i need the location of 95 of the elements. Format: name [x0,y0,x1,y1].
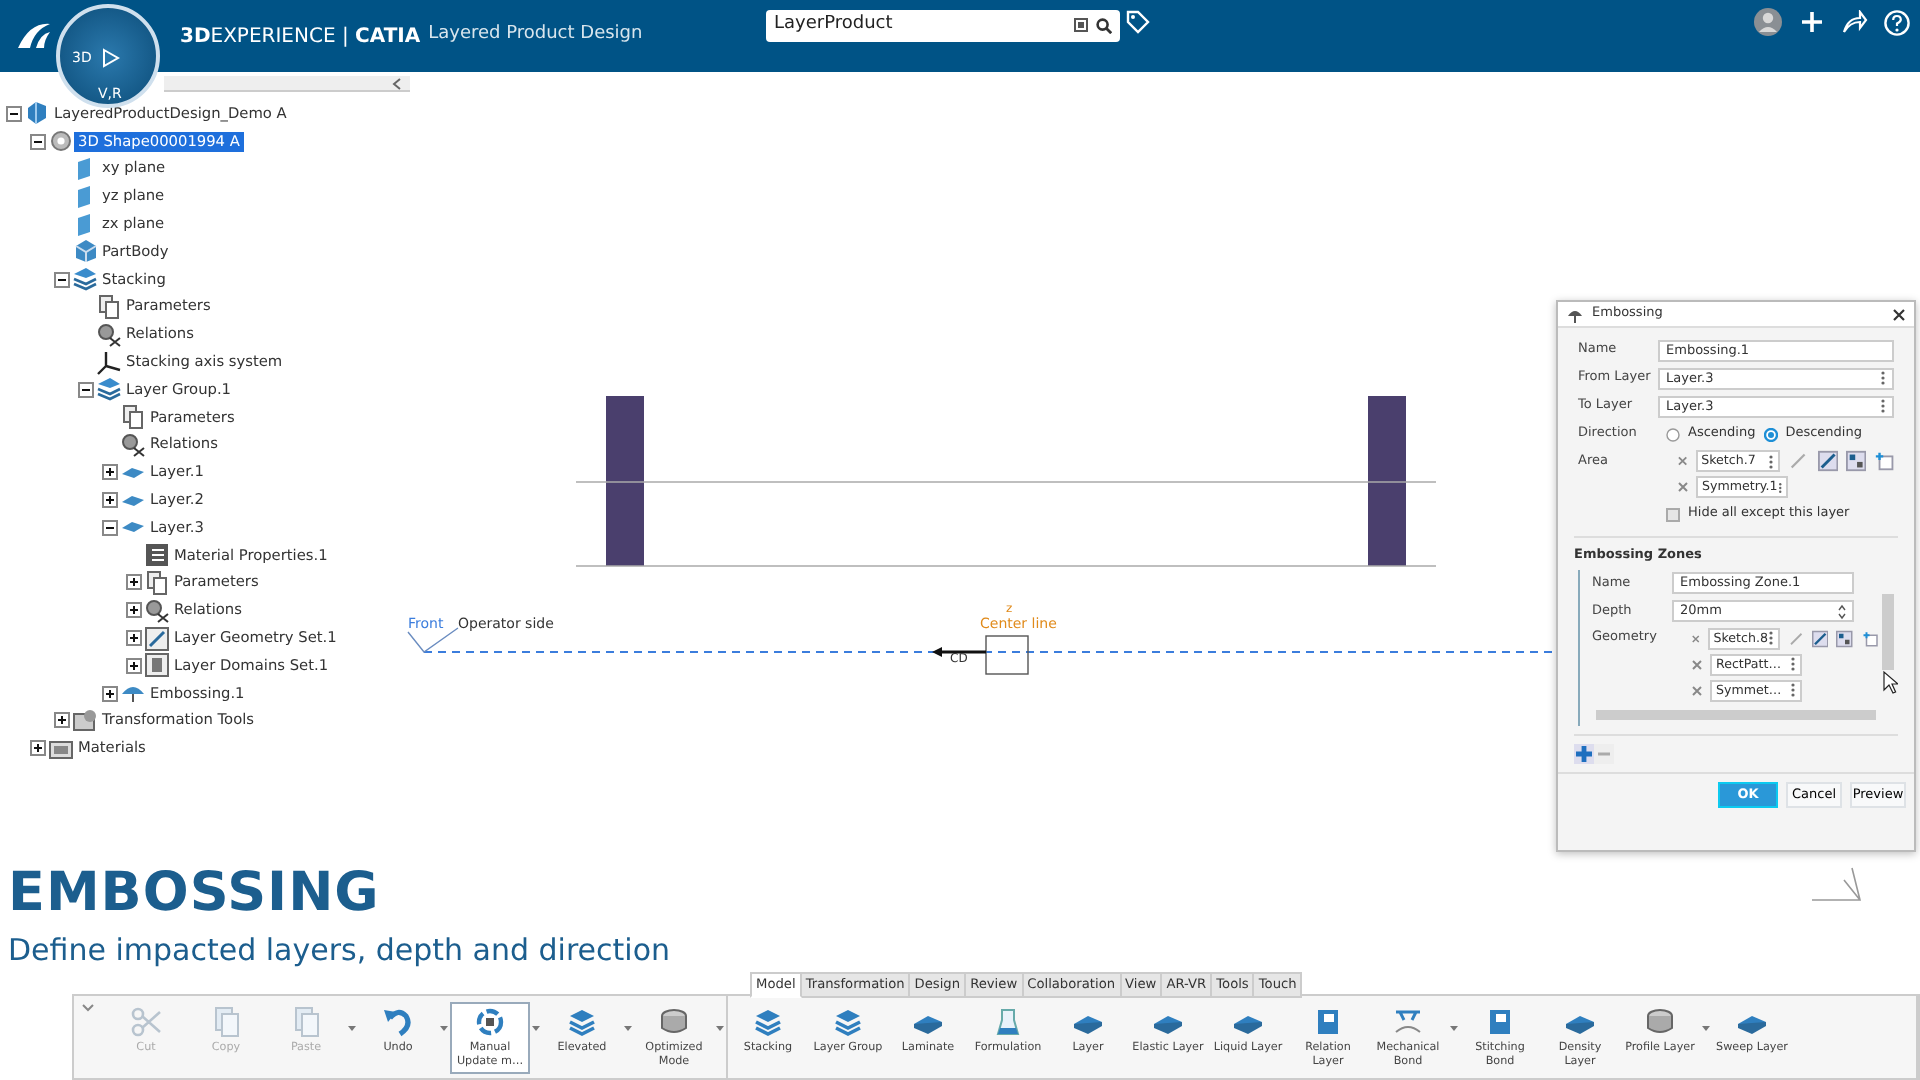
tag-icon[interactable] [1126,10,1150,34]
axis-triad-icon [1811,867,1862,901]
expand-toggle[interactable] [102,464,118,481]
umbrella-icon [1566,305,1584,323]
layer-stack-icon [566,1006,598,1038]
domain-icon [144,652,170,679]
logo-icon[interactable] [12,18,56,54]
refresh-icon [474,1006,506,1038]
document-icon [120,404,146,431]
spinner-icon[interactable] [1838,603,1846,620]
document-icon [96,293,122,320]
copy-icon [290,1006,322,1038]
panel-icon [1484,1006,1516,1038]
feature-title: EMBOSSING [8,864,380,924]
dropdown-icon[interactable] [1790,682,1796,699]
copy-icon [210,1006,242,1038]
edit-sketch-icon[interactable] [1817,450,1838,472]
layer-stack-icon [832,1006,864,1038]
collapse-toggle[interactable] [6,105,22,122]
avatar-icon[interactable] [1752,6,1784,38]
expand-toggle[interactable] [126,630,142,647]
expand-toggle[interactable] [30,740,46,757]
dropdown-arrow-icon[interactable] [1448,1022,1460,1034]
pattern-icon[interactable] [1836,627,1854,650]
app-name: Layered Product Design [428,22,643,49]
add-zone-icon[interactable] [1574,743,1594,764]
add-icon[interactable] [1800,10,1824,34]
remove-icon[interactable] [1678,456,1688,466]
dropdown-icon[interactable] [1777,479,1782,495]
product-icon [24,100,50,127]
leader-line [407,627,459,653]
dropdown-arrow-icon[interactable] [530,1022,542,1034]
dropdown-icon[interactable] [1767,630,1774,647]
cursor-icon [1882,669,1898,694]
layer-stack-icon [72,266,98,293]
feature-subtitle: Define impacted layers, depth and direction [8,932,671,968]
search-field[interactable]: LayerProduct [766,10,1120,42]
remove-icon[interactable] [1692,659,1702,670]
scissors-icon [130,1006,162,1038]
axis-frame [985,635,1029,675]
edit-sketch-icon[interactable] [1812,627,1829,650]
search-icon[interactable] [1096,18,1112,34]
undo-icon [382,1006,414,1038]
document-icon [144,569,170,596]
direction-arrow [932,647,986,657]
remove-icon[interactable] [1692,633,1700,644]
add-element-icon[interactable] [1873,450,1895,472]
dropdown-arrow-icon[interactable] [714,1022,726,1034]
dropdown-arrow-icon[interactable] [438,1022,450,1034]
disk-stack-icon [1644,1006,1676,1038]
collapse-toggle[interactable] [30,133,46,150]
panel-icon [1312,1006,1344,1038]
bond-icon [1392,1006,1424,1038]
collapse-toggle[interactable] [54,271,70,288]
cube-icon [72,238,98,265]
dropdown-icon[interactable] [1790,656,1796,673]
clear-icon[interactable] [1074,18,1088,32]
play-icon[interactable] [100,48,120,68]
expand-toggle[interactable] [126,602,142,619]
dropdown-arrow-icon[interactable] [622,1022,634,1034]
dropdown-icon[interactable] [1768,453,1775,469]
pencil-icon [144,625,170,652]
expand-toggle[interactable] [54,712,70,729]
tools-icon [72,707,98,734]
dropdown-icon[interactable] [1880,370,1886,386]
table-icon [144,542,170,569]
dropdown-arrow-icon[interactable] [1700,1022,1712,1034]
expand-toggle[interactable] [126,657,142,674]
checkbox[interactable] [1666,507,1680,521]
remove-icon[interactable] [1678,482,1688,492]
brand-title: 3DEXPERIENCE | CATIA [180,23,421,51]
remove-icon[interactable] [1692,685,1702,696]
scrollbar[interactable] [1882,593,1894,670]
collapse-toggle[interactable] [102,519,118,536]
collapse-icon[interactable] [82,1004,94,1012]
close-icon[interactable] [1892,307,1906,321]
dropdown-icon[interactable] [1880,398,1886,414]
disk-stack-icon [658,1006,690,1038]
expand-toggle[interactable] [102,492,118,509]
help-icon[interactable] [1884,10,1910,36]
radio-button[interactable] [1763,427,1778,441]
pattern-icon[interactable] [1845,450,1866,472]
collapse-toggle[interactable] [78,381,94,398]
folder-icon [48,735,74,762]
chevron-left-icon[interactable] [392,78,402,90]
axis-icon [96,349,122,376]
beaker-icon [992,1006,1024,1038]
add-element-icon[interactable] [1861,627,1878,650]
expand-toggle[interactable] [126,574,142,591]
layer-stack-icon [96,376,122,403]
share-icon[interactable] [1842,10,1868,34]
expand-toggle[interactable] [102,685,118,702]
layer-stack-icon [752,1006,784,1038]
scrollbar[interactable] [1596,709,1876,720]
radio-button[interactable] [1666,427,1680,441]
